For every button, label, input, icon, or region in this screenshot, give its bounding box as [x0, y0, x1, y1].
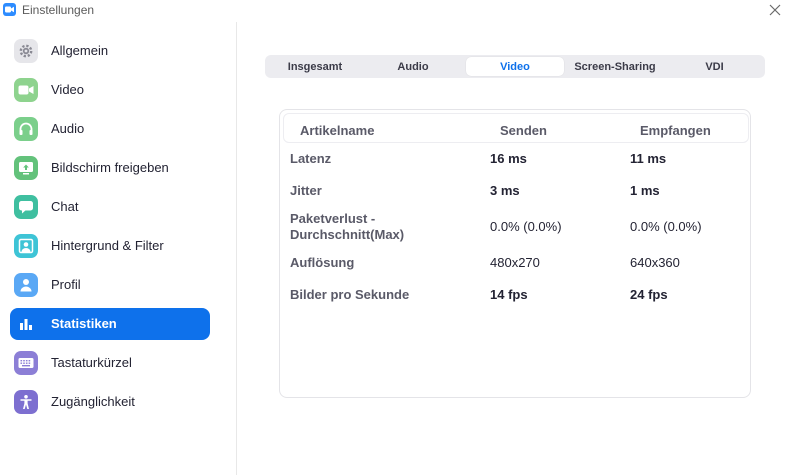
column-header-send: Senden	[500, 123, 547, 138]
sidebar-item-label: Bildschirm freigeben	[51, 160, 169, 175]
row-label-paketverlust: Paketverlust - Durchschnitt(Max)	[290, 211, 405, 242]
sidebar-item-chat[interactable]: Chat	[10, 191, 210, 223]
sidebar-item-label: Chat	[51, 199, 79, 214]
sidebar-item-label: Statistiken	[51, 316, 117, 331]
aufloesung-send-value: 480x270	[490, 255, 540, 270]
aufloesung-receive-value: 640x360	[630, 255, 680, 270]
sidebar-item-audio[interactable]: Audio	[10, 113, 210, 145]
latenz-send-value: 16 ms	[490, 151, 527, 166]
accessibility-icon	[14, 390, 38, 414]
close-icon[interactable]	[767, 2, 783, 18]
gear-icon	[14, 39, 38, 63]
fps-receive-value: 24 fps	[630, 287, 668, 302]
sidebar-item-tastaturkuerzel[interactable]: Tastaturkürzel	[10, 347, 210, 379]
paketverlust-send-value: 0.0% (0.0%)	[490, 219, 562, 234]
bar-chart-icon	[14, 312, 38, 336]
row-label-jitter: Jitter	[290, 183, 322, 198]
sidebar-item-label: Profil	[51, 277, 81, 292]
sidebar-item-label: Tastaturkürzel	[51, 355, 132, 370]
jitter-receive-value: 1 ms	[630, 183, 660, 198]
fps-send-value: 14 fps	[490, 287, 528, 302]
title-bar: Einstellungen	[0, 0, 789, 22]
sidebar-item-label: Allgemein	[51, 43, 109, 58]
sidebar-item-label: Zugänglichkeit	[51, 394, 135, 409]
keyboard-icon	[14, 351, 38, 375]
statistics-table: Artikelname Senden Empfangen Latenz 16 m…	[279, 109, 751, 398]
row-label-latenz: Latenz	[290, 151, 332, 166]
row-label-bilder-pro-sekunde: Bilder pro Sekunde	[290, 287, 410, 302]
video-camera-icon	[14, 78, 38, 102]
user-icon	[14, 273, 38, 297]
tab-video[interactable]: Video	[466, 57, 564, 76]
tab-screen-sharing[interactable]: Screen-Sharing	[566, 57, 664, 76]
main-panel: Insgesamt Audio Video Screen-Sharing VDI…	[238, 22, 789, 475]
statistics-tab-bar: Insgesamt Audio Video Screen-Sharing VDI	[265, 55, 765, 78]
sidebar-item-video[interactable]: Video	[10, 74, 210, 106]
window-title: Einstellungen	[22, 3, 95, 17]
sidebar-item-hintergrund-filter[interactable]: Hintergrund & Filter	[10, 230, 210, 262]
tab-audio[interactable]: Audio	[365, 57, 461, 76]
settings-sidebar: Allgemein Video Audio Bildschirm freigeb…	[0, 22, 237, 475]
sidebar-item-label: Video	[51, 82, 85, 97]
sidebar-item-allgemein[interactable]: Allgemein	[10, 35, 210, 67]
sidebar-item-label: Hintergrund & Filter	[51, 238, 164, 253]
sidebar-item-zugaenglichkeit[interactable]: Zugänglichkeit	[10, 386, 210, 418]
zoom-app-icon	[3, 3, 16, 16]
tab-vdi[interactable]: VDI	[666, 57, 763, 76]
share-screen-icon	[14, 156, 38, 180]
sidebar-item-label: Audio	[51, 121, 85, 136]
jitter-send-value: 3 ms	[490, 183, 520, 198]
row-label-aufloesung: Auflösung	[290, 255, 355, 270]
latenz-receive-value: 11 ms	[630, 151, 667, 166]
tab-insgesamt[interactable]: Insgesamt	[267, 57, 363, 76]
chat-bubble-icon	[14, 195, 38, 219]
paketverlust-receive-value: 0.0% (0.0%)	[630, 219, 702, 234]
sidebar-item-profil[interactable]: Profil	[10, 269, 210, 301]
table-header: Artikelname Senden Empfangen	[283, 113, 749, 143]
column-header-name: Artikelname	[300, 123, 375, 138]
sidebar-item-statistiken[interactable]: Statistiken	[10, 308, 210, 340]
column-header-receive: Empfangen	[640, 123, 711, 138]
sidebar-item-bildschirm-freigeben[interactable]: Bildschirm freigeben	[10, 152, 210, 184]
headphones-icon	[14, 117, 38, 141]
portrait-icon	[14, 234, 38, 258]
